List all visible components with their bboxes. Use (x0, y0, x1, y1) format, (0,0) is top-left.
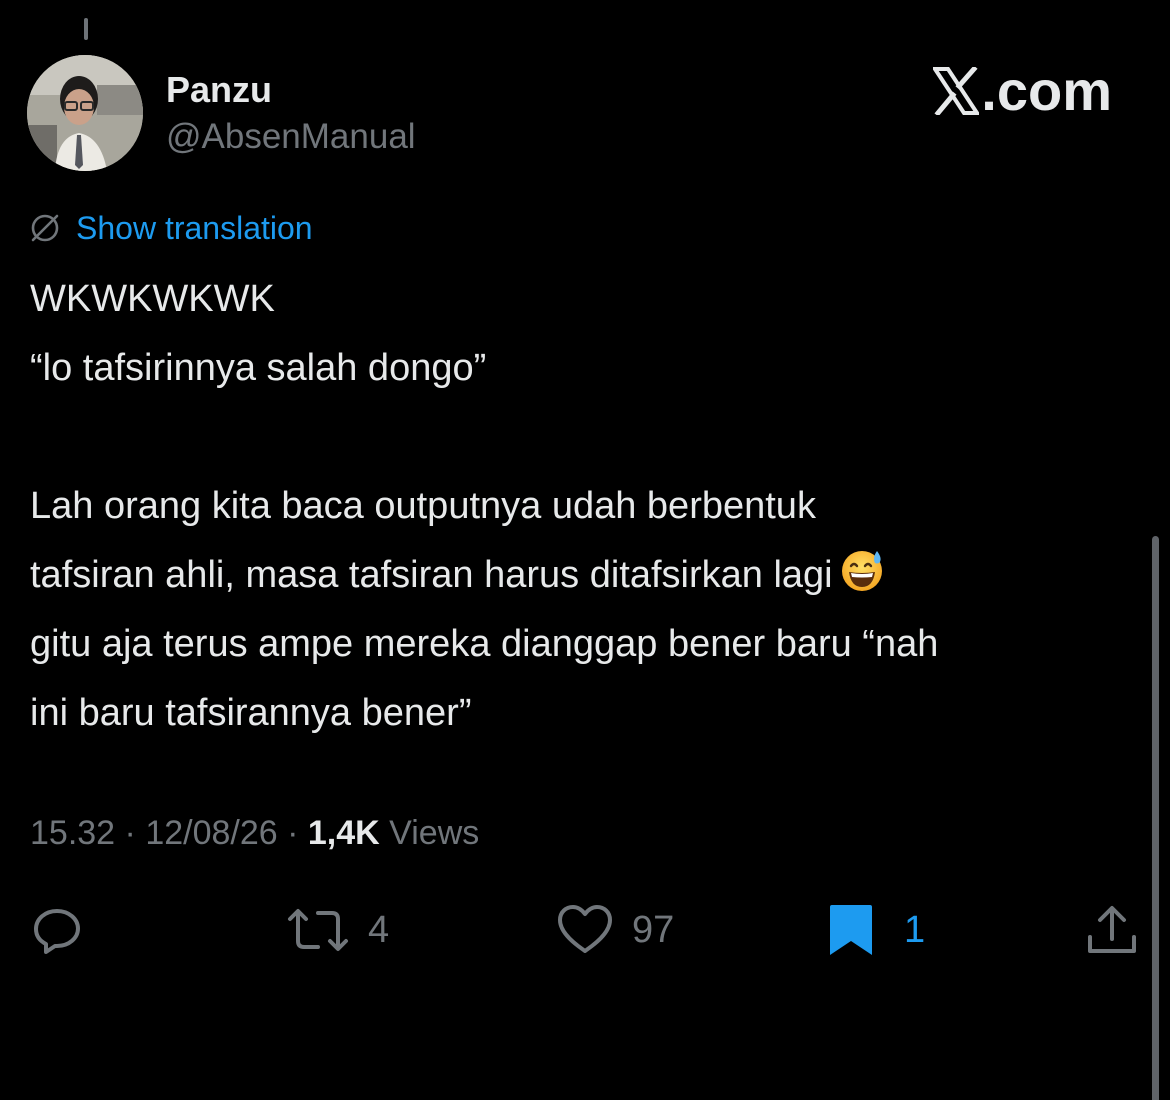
bookmark-icon (830, 905, 872, 955)
share-icon (1088, 906, 1136, 953)
post-time[interactable]: 15.32 (30, 814, 115, 852)
user-handle[interactable]: @AbsenManual (166, 117, 416, 157)
action-bar: 4 97 1 (0, 900, 1170, 960)
repost-count: 4 (368, 909, 390, 951)
scrollbar[interactable] (1152, 536, 1159, 1100)
meta-separator: · (115, 814, 146, 852)
bookmark-button[interactable]: 1 (826, 900, 925, 960)
globe-icon (31, 214, 59, 242)
brand-logo: .com (933, 60, 1112, 122)
grinning-face-with-sweat-emoji (841, 551, 882, 591)
reply-icon (34, 909, 80, 954)
reply-button[interactable] (28, 900, 86, 960)
x-logo-icon (933, 67, 980, 115)
show-translation-label[interactable]: Show translation (76, 208, 313, 248)
like-count: 97 (632, 909, 675, 951)
show-translation-button[interactable]: Show translation (28, 208, 313, 248)
like-button[interactable]: 97 (554, 900, 674, 960)
post-line-with-emoji: tafsiran ahli, masa tafsiran harus ditaf… (30, 541, 1145, 610)
views-label: Views (379, 814, 480, 852)
post-line: WKWKWKWK (30, 278, 275, 320)
post-date[interactable]: 12/08/26 (145, 814, 277, 852)
avatar[interactable] (27, 55, 143, 171)
post-meta: 15.32 · 12/08/26 · 1,4K Views (30, 811, 479, 855)
post-line: “lo tafsirinnya salah dongo” (30, 347, 487, 389)
heart-icon (558, 905, 612, 953)
bookmark-count: 1 (904, 909, 926, 951)
post-text: WKWKWKWK “lo tafsirinnya salah dongo” La… (30, 265, 1145, 748)
post-line: gitu aja terus ampe mereka dianggap bene… (30, 623, 939, 665)
scroll-indicator-top (84, 18, 88, 40)
post-line: ini baru tafsirannya bener” (30, 692, 472, 734)
share-button[interactable] (1084, 900, 1140, 960)
views-count[interactable]: 1,4K (308, 814, 380, 852)
display-name[interactable]: Panzu (166, 70, 272, 110)
meta-separator: · (277, 814, 308, 852)
post-line: tafsiran ahli, masa tafsiran harus ditaf… (30, 554, 833, 596)
brand-domain: .com (981, 59, 1112, 122)
repost-button[interactable]: 4 (284, 900, 389, 960)
repost-icon (288, 909, 348, 951)
post-line: Lah orang kita baca outputnya udah berbe… (30, 485, 816, 527)
avatar-photo (27, 55, 143, 171)
